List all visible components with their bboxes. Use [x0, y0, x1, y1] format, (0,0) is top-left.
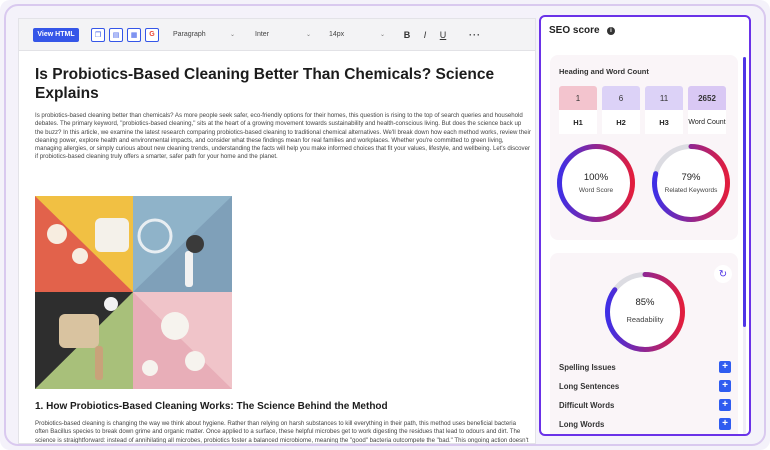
issue-label: Long Words	[559, 419, 605, 429]
copy-icon[interactable]: ❐	[91, 27, 105, 42]
word-score-label: Word Score	[578, 187, 614, 194]
chevron-down-icon: ⌄	[379, 32, 385, 38]
heading-word-count-card: Heading and Word Count 1 H1 6 H2 11 H3 2…	[550, 55, 738, 240]
readability-label: Readability	[626, 315, 664, 324]
issue-label: Difficult Words	[559, 400, 615, 410]
italic-button[interactable]: I	[421, 30, 429, 40]
readability-gauge: 85% Readability	[604, 271, 686, 353]
readability-card: ↻ 85% Readability Spelling Issues + Long…	[550, 253, 738, 434]
page-title: Is Probiotics-Based Cleaning Better Than…	[35, 66, 495, 102]
expand-plus-icon[interactable]: +	[719, 399, 731, 411]
expand-plus-icon[interactable]: +	[719, 418, 731, 430]
issue-row-difficult-words[interactable]: Difficult Words +	[559, 398, 731, 412]
panel-scrollbar-thumb[interactable]	[743, 57, 746, 327]
google-icon[interactable]: G	[145, 27, 159, 42]
refresh-icon[interactable]: ↻	[714, 265, 732, 283]
readability-ring	[605, 272, 685, 352]
expand-plus-icon[interactable]: +	[719, 380, 731, 392]
doc-icon[interactable]: ▤	[109, 27, 123, 42]
document-body[interactable]: Is Probiotics-Based Cleaning Better Than…	[35, 65, 531, 162]
bold-button[interactable]: B	[403, 30, 411, 40]
word-count-value: 2652	[688, 86, 726, 110]
issue-row-long-words[interactable]: Long Words +	[559, 417, 731, 431]
word-score-ring	[557, 144, 635, 222]
paragraph-select[interactable]: Paragraph ⌄	[173, 28, 235, 42]
heading-count-label: H3	[645, 110, 683, 134]
related-keywords-value: 79%	[681, 172, 701, 183]
heading-count-h1: 1 H1	[559, 86, 597, 134]
section-heading: 1. How Probiotics-Based Cleaning Works: …	[35, 401, 388, 412]
word-count-label: Word Count	[688, 110, 726, 134]
heading-count-value: 1	[559, 86, 597, 110]
seo-panel: SEO score i Heading and Word Count 1 H1 …	[539, 15, 751, 436]
heading-count-h2: 6 H2	[602, 86, 640, 134]
issue-row-spelling[interactable]: Spelling Issues +	[559, 360, 731, 374]
issue-row-long-sentences[interactable]: Long Sentences +	[559, 379, 731, 393]
seo-panel-title: SEO score	[549, 25, 600, 36]
chevron-down-icon: ⌄	[305, 32, 311, 38]
heading-count-value: 11	[645, 86, 683, 110]
heading-count-value: 6	[602, 86, 640, 110]
more-options-button[interactable]: ···	[469, 30, 480, 40]
hero-image	[35, 196, 232, 389]
pdf-icon[interactable]: ▦	[127, 27, 141, 42]
issue-label: Long Sentences	[559, 381, 620, 391]
heading-count-label: H2	[602, 110, 640, 134]
issue-label: Spelling Issues	[559, 362, 616, 372]
editor-toolbar: View HTML ❐ ▤ ▦ G Paragraph ⌄ Inter ⌄ 14px…	[19, 19, 535, 51]
word-count-box: 2652 Word Count	[688, 86, 726, 134]
heading-count-label: H1	[559, 110, 597, 134]
underline-button[interactable]: U	[439, 30, 447, 40]
section-paragraph: Probiotics-based cleaning is changing th…	[35, 420, 529, 444]
app-frame: View HTML ❐ ▤ ▦ G Paragraph ⌄ Inter ⌄ 14px…	[0, 0, 770, 450]
font-size-select[interactable]: 14px ⌄	[329, 28, 385, 42]
expand-plus-icon[interactable]: +	[719, 361, 731, 373]
readability-value: 85%	[635, 297, 655, 308]
chevron-down-icon: ⌄	[229, 32, 235, 38]
font-select[interactable]: Inter ⌄	[255, 28, 311, 42]
intro-paragraph: Is probiotics-based cleaning better than…	[35, 112, 531, 161]
view-html-button[interactable]: View HTML	[33, 27, 79, 42]
heading-count-h3: 11 H3	[645, 86, 683, 134]
word-score-value: 100%	[583, 172, 609, 183]
info-icon[interactable]: i	[607, 27, 615, 35]
card-title: Heading and Word Count	[559, 67, 649, 76]
word-score-gauge: 100% Word Score	[556, 143, 636, 223]
related-keywords-label: Related Keywords	[664, 187, 718, 194]
related-keywords-gauge: 79% Related Keywords	[651, 143, 731, 223]
editor: View HTML ❐ ▤ ▦ G Paragraph ⌄ Inter ⌄ 14px…	[18, 18, 536, 444]
related-keywords-ring	[652, 144, 730, 222]
